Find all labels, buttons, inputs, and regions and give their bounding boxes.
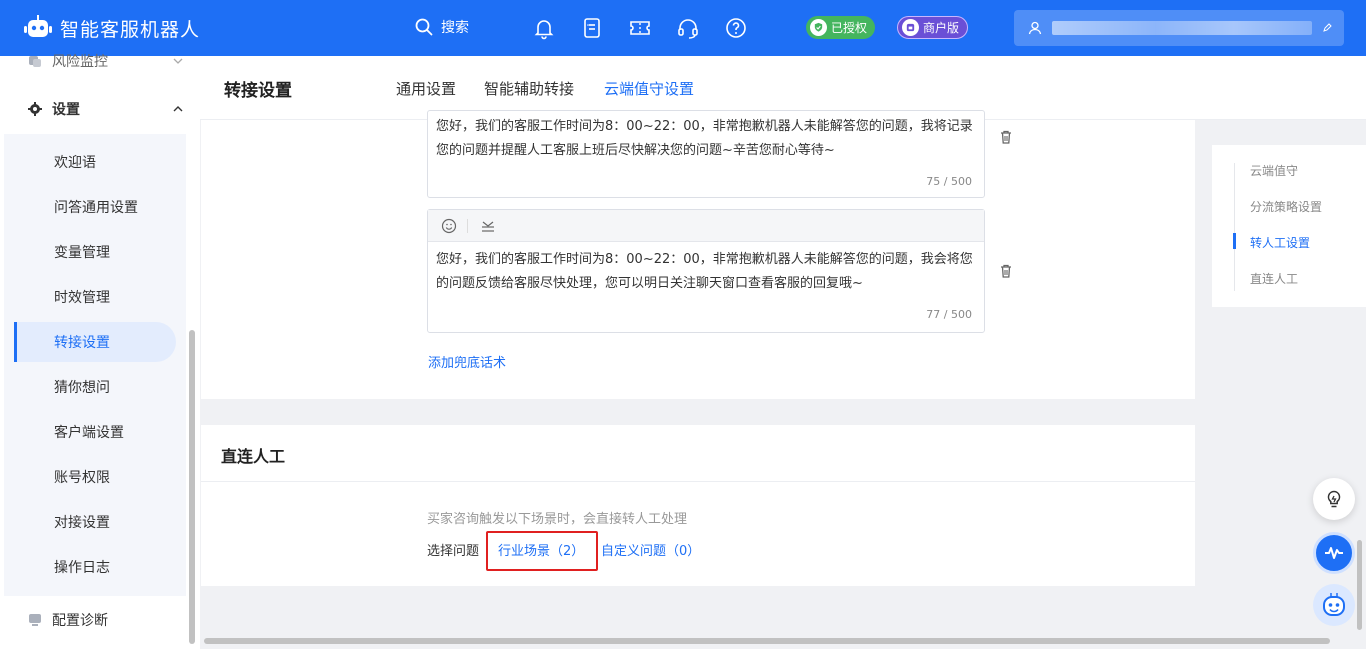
sidebar-item-variables[interactable]: 变量管理: [14, 232, 176, 272]
diagnosis-icon: [29, 614, 41, 626]
anchor-nav: 云端值守 分流策略设置 转人工设置 直连人工: [1212, 145, 1366, 307]
user-name-redacted: [1052, 21, 1312, 35]
chevron-down-icon: [173, 58, 183, 64]
divider: [201, 481, 1195, 482]
headset-icon[interactable]: [676, 16, 700, 40]
main-vertical-scrollbar[interactable]: [1357, 540, 1362, 630]
lightbulb-icon: [1327, 490, 1341, 508]
emoji-icon[interactable]: [441, 218, 457, 234]
hint-text: 买家咨询触发以下场景时，会直接转人工处理: [427, 512, 688, 527]
add-fallback-message-link[interactable]: 添加兜底话术: [428, 352, 506, 371]
search-icon: [415, 18, 433, 36]
direct-human-card: 直连人工 买家咨询触发以下场景时，会直接转人工处理 选择问题 行业场景（2） 自…: [201, 425, 1195, 586]
store-icon: [902, 19, 919, 36]
anchor-track: [1234, 163, 1235, 291]
anchor-item-direct[interactable]: 直连人工: [1250, 270, 1298, 287]
trash-icon[interactable]: [998, 263, 1014, 279]
highlight-annotation: [486, 531, 598, 571]
tab-cloud-duty[interactable]: 云端值守设置: [604, 78, 694, 99]
sidebar-item-oplog[interactable]: 操作日志: [14, 547, 176, 587]
monitor-button[interactable]: [1313, 532, 1355, 574]
anchor-active-indicator: [1233, 233, 1236, 249]
bell-icon[interactable]: [532, 16, 556, 40]
tab-smart-transfer[interactable]: 智能辅助转接: [484, 78, 574, 99]
authorized-badge[interactable]: 已授权: [806, 16, 876, 39]
search-label: 搜索: [441, 20, 469, 36]
message-text[interactable]: 您好，我们的客服工作时间为8：00~22：00，非常抱歉机器人未能解答您的问题，…: [436, 248, 981, 296]
main-horizontal-scrollbar[interactable]: [204, 638, 1330, 644]
app-title: 智能客服机器人: [60, 18, 201, 41]
settings-submenu: 欢迎语 问答通用设置 变量管理 时效管理 转接设置 猜你想问 客户端设置 账号权…: [4, 134, 186, 596]
pulse-icon: [1325, 547, 1343, 559]
tips-button[interactable]: [1313, 478, 1355, 520]
sidebar-item-permissions[interactable]: 账号权限: [14, 457, 176, 497]
sidebar: 风险监控 设置 欢迎语 问答通用设置 变量管理 时效管理 转接设置 猜你想问 客…: [0, 54, 200, 649]
search-button[interactable]: 搜索: [415, 17, 469, 37]
robot-logo-icon: [24, 15, 52, 41]
message-text[interactable]: 您好，我们的客服工作时间为8：00~22：00，非常抱歉机器人未能解答您的问题，…: [436, 115, 981, 163]
chevron-up-icon: [173, 106, 183, 112]
sidebar-group-diagnosis[interactable]: 配置诊断: [0, 600, 200, 640]
char-count: 77 / 500: [926, 308, 972, 321]
help-icon[interactable]: [724, 16, 748, 40]
user-account-menu[interactable]: [1014, 10, 1344, 46]
trash-icon[interactable]: [998, 129, 1014, 145]
choose-question-label: 选择问题: [427, 544, 480, 559]
section-title: 直连人工: [221, 447, 286, 466]
ticket-icon[interactable]: [628, 16, 652, 40]
anchor-item-transfer[interactable]: 转人工设置: [1250, 234, 1310, 251]
editor-toolbar: [428, 210, 984, 242]
shield-check-icon: [810, 19, 827, 36]
anchor-item-routing[interactable]: 分流策略设置: [1250, 198, 1322, 215]
risk-monitor-icon: [29, 56, 41, 67]
sidebar-item-transfer[interactable]: 转接设置: [14, 322, 176, 362]
sidebar-group-settings[interactable]: 设置: [0, 89, 200, 129]
top-bar: 智能客服机器人 搜索 已授权 商户版: [0, 0, 1366, 56]
sidebar-item-welcome[interactable]: 欢迎语: [14, 142, 176, 182]
sidebar-scrollbar[interactable]: [189, 330, 195, 644]
custom-question-link[interactable]: 自定义问题（0）: [601, 540, 700, 559]
sidebar-item-timeliness[interactable]: 时效管理: [14, 277, 176, 317]
sidebar-group-risk[interactable]: 风险监控: [0, 41, 200, 81]
brand[interactable]: 智能客服机器人: [24, 12, 200, 44]
variable-insert-icon[interactable]: [480, 218, 496, 234]
anchor-item-cloud-duty[interactable]: 云端值守: [1250, 162, 1298, 179]
tab-general[interactable]: 通用设置: [396, 78, 456, 99]
fallback-message-1[interactable]: 您好，我们的客服工作时间为8：00~22：00，非常抱歉机器人未能解答您的问题，…: [427, 110, 985, 198]
edit-icon: [1323, 23, 1332, 32]
user-icon: [1028, 21, 1042, 35]
sidebar-item-guess[interactable]: 猜你想问: [14, 367, 176, 407]
char-count: 75 / 500: [926, 175, 972, 188]
fallback-message-2[interactable]: 您好，我们的客服工作时间为8：00~22：00，非常抱歉机器人未能解答您的问题，…: [427, 209, 985, 333]
assistant-bot-button[interactable]: [1313, 584, 1355, 626]
checklist-icon[interactable]: [580, 16, 604, 40]
merchant-badge[interactable]: 商户版: [897, 16, 969, 39]
fallback-message-card: 您好，我们的客服工作时间为8：00~22：00，非常抱歉机器人未能解答您的问题，…: [201, 110, 1195, 399]
sidebar-item-integration[interactable]: 对接设置: [14, 502, 176, 542]
sidebar-item-client[interactable]: 客户端设置: [14, 412, 176, 452]
robot-icon: [1323, 593, 1345, 616]
toolbar-divider: [467, 219, 468, 233]
sidebar-item-qa-settings[interactable]: 问答通用设置: [14, 187, 176, 227]
page-title: 转接设置: [224, 81, 292, 101]
gear-icon: [28, 102, 42, 116]
